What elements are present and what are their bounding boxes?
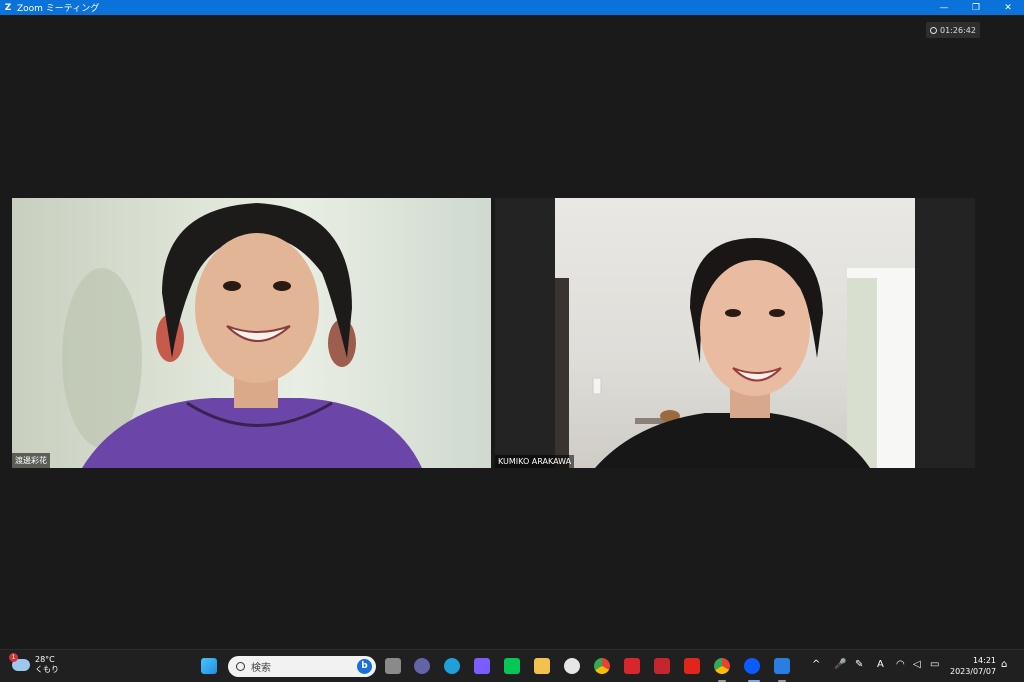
battery-icon[interactable]: ▭ xyxy=(930,659,939,670)
zoom-logo-icon: Z xyxy=(4,2,12,13)
task-view-icon[interactable] xyxy=(385,658,401,674)
whatsapp-icon[interactable] xyxy=(564,658,580,674)
wifi-icon[interactable]: ◠ xyxy=(896,659,905,670)
pdf-tool-icon[interactable] xyxy=(654,658,670,674)
edge-icon[interactable] xyxy=(444,658,460,674)
close-button[interactable]: ✕ xyxy=(992,0,1024,15)
minimize-button[interactable]: — xyxy=(928,0,960,15)
pdf-icon[interactable] xyxy=(624,658,640,674)
ime-icon[interactable]: A xyxy=(877,659,884,670)
mail-icon[interactable] xyxy=(774,658,790,674)
notification-badge: 1 xyxy=(9,653,18,662)
participant-name-2: KUMIKO ARAKAWA xyxy=(495,455,575,468)
weather-condition: くもり xyxy=(35,665,59,674)
participant-video-1[interactable]: 渡邊彩花 xyxy=(12,198,491,468)
weather-temp: 28°C xyxy=(35,655,55,664)
copilot-icon[interactable] xyxy=(474,658,490,674)
search-placeholder: 検索 xyxy=(251,663,271,674)
acrobat-icon[interactable] xyxy=(684,658,700,674)
clock-icon xyxy=(930,26,938,34)
participant-1-image xyxy=(62,203,422,468)
timer-text: 01:26:42 xyxy=(940,25,976,35)
title-bar: Z Zoom ミーティング — ❐ ✕ xyxy=(0,0,1024,15)
participant-2-video-frame xyxy=(555,198,915,468)
participant-video-2[interactable]: KUMIKO ARAKAWA xyxy=(495,198,975,468)
start-icon[interactable] xyxy=(201,658,217,674)
system-clock[interactable]: 14:21 2023/07/07 xyxy=(950,655,996,677)
line-icon[interactable] xyxy=(504,658,520,674)
participant-2-image xyxy=(555,238,915,468)
zoom-icon[interactable] xyxy=(744,658,760,674)
search-icon xyxy=(236,662,245,671)
cloudy-weather-icon: 1 xyxy=(9,653,30,671)
search-box[interactable]: 検索 b xyxy=(228,656,376,677)
microphone-icon[interactable]: 🎤 xyxy=(834,659,846,670)
window-title: Zoom ミーティング xyxy=(17,4,100,14)
pen-icon[interactable]: ✎ xyxy=(855,659,863,670)
volume-icon[interactable]: ◁ xyxy=(913,659,921,670)
participant-name-1: 渡邊彩花 xyxy=(12,453,50,468)
file-explorer-icon[interactable] xyxy=(534,658,550,674)
meeting-area: 01:26:42 渡邊彩花 KUMIKO ARAKAWA xyxy=(0,15,1024,649)
notifications-icon[interactable]: ⌂ xyxy=(1001,659,1007,670)
clock-time: 14:21 xyxy=(972,656,996,665)
clock-date: 2023/07/07 xyxy=(950,667,997,676)
chrome-icon[interactable] xyxy=(594,658,610,674)
restore-button[interactable]: ❐ xyxy=(960,0,992,15)
teams-chat-icon[interactable] xyxy=(414,658,430,674)
meeting-timer[interactable]: 01:26:42 xyxy=(926,22,980,38)
taskbar: 1 28°C くもり 検索 b ^ 🎤 ✎ A ◠ ◁ ▭ 14:21 2023… xyxy=(0,649,1024,682)
chevron-up-icon[interactable]: ^ xyxy=(812,659,820,670)
weather-widget[interactable]: 1 28°C くもり xyxy=(9,653,59,675)
chrome-profile-icon[interactable] xyxy=(714,658,730,674)
bing-icon[interactable]: b xyxy=(357,659,372,674)
